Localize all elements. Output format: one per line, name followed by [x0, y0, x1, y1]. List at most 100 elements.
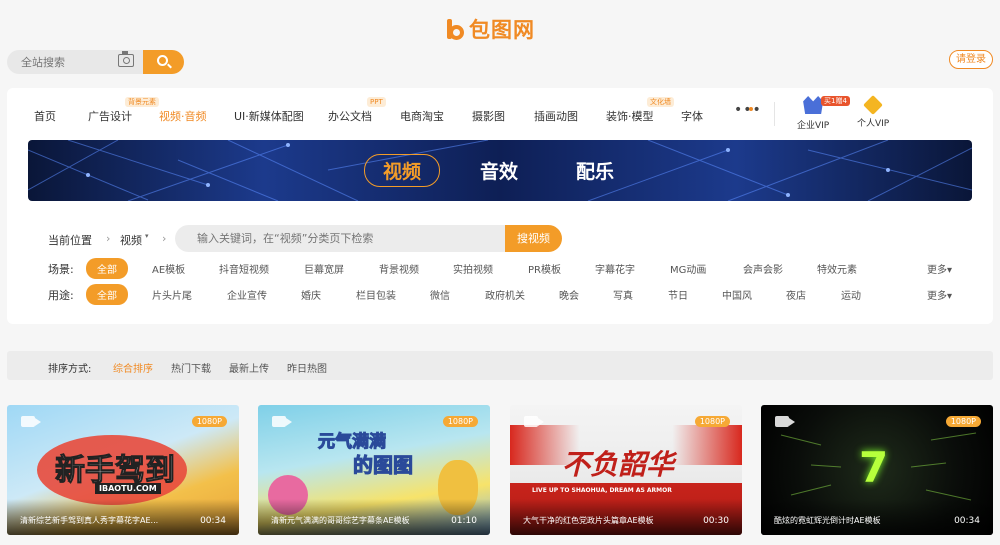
nav-ad-design[interactable]: 广告设计 — [88, 108, 132, 124]
logo-text: 包图网 — [469, 18, 535, 42]
diamond-icon — [863, 95, 884, 115]
sort-popular[interactable]: 热门下载 — [171, 360, 211, 375]
card-art-text: 不负韶华 — [562, 448, 675, 481]
personal-vip-label: 个人VIP — [857, 119, 890, 129]
scene-chip[interactable]: PR模板 — [528, 261, 561, 276]
usage-filter-label: 用途: — [48, 289, 74, 302]
scene-chip[interactable]: 实拍视频 — [453, 261, 493, 276]
video-camera-icon — [775, 416, 789, 427]
sort-bar: 排序方式: 综合排序 热门下载 最新上传 昨日热图 — [7, 351, 993, 380]
nav-ui-media[interactable]: UI·新媒体配图 — [234, 108, 304, 124]
enterprise-vip-label: 企业VIP — [797, 121, 830, 131]
usage-chip[interactable]: 微信 — [430, 287, 450, 302]
video-camera-icon — [21, 416, 35, 427]
scene-filter-label: 场景: — [48, 263, 74, 276]
scene-chip[interactable]: AE模板 — [152, 261, 185, 276]
card-art-text: 7 — [859, 443, 889, 492]
sort-newest[interactable]: 最新上传 — [229, 360, 269, 375]
nav-tag-office: PPT — [367, 97, 386, 107]
category-nav: 首页 广告设计 背景元素 视频·音频 UI·新媒体配图 办公文档 PPT 电商淘… — [7, 88, 993, 138]
video-duration: 01:10 — [451, 516, 477, 526]
usage-chip[interactable]: 中国风 — [722, 287, 752, 302]
banner-tab-sound[interactable]: 音效 — [480, 157, 518, 184]
video-card[interactable]: 7 1080P 酷炫的霓虹辉光倒计时AE模板 00:34 — [761, 405, 993, 535]
breadcrumb-current[interactable]: 视频 — [120, 232, 142, 248]
usage-chip[interactable]: 政府机关 — [485, 287, 525, 302]
banner-tab-video[interactable]: 视频 — [364, 154, 441, 187]
scene-chip[interactable]: 会声会影 — [743, 261, 783, 276]
scene-chip[interactable]: 巨幕宽屏 — [304, 261, 344, 276]
usage-filter-row: 用途: 全部 片头片尾 企业宣传 婚庆 栏目包装 微信 政府机关 晚会 写真 节… — [7, 284, 993, 305]
global-search — [7, 50, 184, 74]
video-duration: 00:34 — [200, 516, 226, 526]
breadcrumb-separator-icon: › — [162, 232, 167, 245]
nav-decor-model[interactable]: 装饰·模型 — [606, 108, 654, 124]
usage-chip[interactable]: 栏目包装 — [356, 287, 396, 302]
scene-chip[interactable]: 抖音短视频 — [219, 261, 269, 276]
resolution-badge: 1080P — [442, 416, 478, 427]
nav-video-audio[interactable]: 视频·音频 — [159, 108, 207, 124]
breadcrumb-label: 当前位置 — [48, 234, 92, 247]
video-card[interactable]: 元气满满 的图图 1080P 清新元气满满的哥哥综艺字幕条AE模板 01:10 — [258, 405, 490, 535]
sort-comprehensive[interactable]: 综合排序 — [113, 360, 153, 375]
nav-office-docs[interactable]: 办公文档 — [328, 108, 372, 124]
usage-chip[interactable]: 婚庆 — [301, 287, 321, 302]
video-title: 清新元气满满的哥哥综艺字幕条AE模板 — [271, 516, 410, 525]
enterprise-vip-badge: 买1赠4 — [821, 96, 850, 106]
resolution-badge: 1080P — [945, 416, 981, 427]
video-duration: 00:30 — [703, 516, 729, 526]
video-title: 酷炫的霓虹辉光倒计时AE模板 — [774, 516, 881, 525]
usage-chip[interactable]: 夜店 — [786, 287, 806, 302]
nav-ecommerce[interactable]: 电商淘宝 — [400, 108, 444, 124]
nav-home[interactable]: 首页 — [34, 108, 56, 124]
category-search-input[interactable] — [175, 225, 505, 252]
video-card[interactable]: 新手驾到 IBAOTU.COM 1080P 清新综艺新手驾到真人秀字幕花字AE.… — [7, 405, 239, 535]
scene-more-button[interactable]: 更多▾ — [927, 261, 952, 276]
card-art-subtext: IBAOTU.COM — [95, 483, 161, 494]
logo-icon — [447, 17, 465, 41]
nav-tag-ad: 背景元素 — [125, 97, 159, 107]
scene-chip[interactable]: 全部 — [86, 258, 128, 279]
usage-chip[interactable]: 全部 — [86, 284, 128, 305]
usage-chip[interactable]: 片头片尾 — [152, 287, 192, 302]
login-button[interactable]: 请登录 — [949, 50, 993, 69]
nav-photography[interactable]: 摄影图 — [472, 108, 505, 124]
card-art-subtext: LIVE UP TO SHAOHUA, DREAM AS ARMOR — [532, 487, 672, 494]
scene-chip[interactable]: 背景视频 — [379, 261, 419, 276]
site-logo[interactable]: 包图网 — [447, 14, 535, 44]
notification-dot — [749, 107, 753, 111]
nav-fonts[interactable]: 字体 — [681, 108, 703, 124]
scene-chip[interactable]: 字幕花字 — [595, 261, 635, 276]
main-card: 首页 广告设计 背景元素 视频·音频 UI·新媒体配图 办公文档 PPT 电商淘… — [7, 88, 993, 324]
video-camera-icon — [272, 416, 286, 427]
breadcrumb-separator-icon: › — [106, 232, 111, 245]
usage-chip[interactable]: 企业宣传 — [227, 287, 267, 302]
resolution-badge: 1080P — [694, 416, 730, 427]
usage-chip[interactable]: 晚会 — [559, 287, 579, 302]
video-duration: 00:34 — [954, 516, 980, 526]
nav-more-icon[interactable]: ••• — [734, 102, 762, 118]
personal-vip[interactable]: 个人VIP — [857, 95, 890, 129]
video-camera-icon — [524, 416, 538, 427]
video-card[interactable]: 不负韶华 LIVE UP TO SHAOHUA, DREAM AS ARMOR … — [510, 405, 742, 535]
usage-chip[interactable]: 节日 — [668, 287, 688, 302]
category-search: 搜视频 — [175, 225, 562, 252]
nav-tag-decor: 文化墙 — [647, 97, 674, 107]
chevron-down-icon[interactable]: ▾ — [145, 232, 149, 240]
usage-chip[interactable]: 写真 — [613, 287, 633, 302]
sort-label: 排序方式: — [48, 364, 92, 375]
search-button[interactable] — [143, 50, 184, 74]
sort-yesterday-hot[interactable]: 昨日热图 — [287, 360, 327, 375]
banner-tab-music[interactable]: 配乐 — [576, 157, 614, 184]
usage-chip[interactable]: 运动 — [841, 287, 861, 302]
nav-illustration[interactable]: 插画动图 — [534, 108, 578, 124]
camera-icon[interactable] — [118, 51, 134, 67]
search-video-button[interactable]: 搜视频 — [505, 225, 562, 252]
video-title: 清新综艺新手驾到真人秀字幕花字AE... — [20, 516, 159, 525]
video-title: 大气干净的红色党政片头篇章AE模板 — [523, 516, 654, 525]
card-art-subtext: 的图图 — [353, 453, 414, 478]
usage-more-button[interactable]: 更多▾ — [927, 287, 952, 302]
scene-chip[interactable]: MG动画 — [670, 261, 706, 276]
resolution-badge: 1080P — [191, 416, 227, 427]
scene-chip[interactable]: 特效元素 — [817, 261, 857, 276]
